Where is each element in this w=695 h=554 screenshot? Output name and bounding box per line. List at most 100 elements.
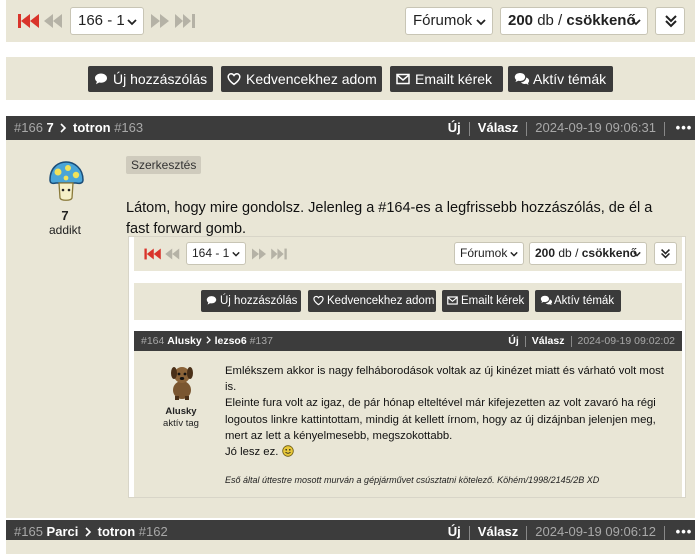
divider <box>570 335 572 347</box>
comment-icon <box>206 296 217 305</box>
post-menu-button[interactable]: ••• <box>673 116 695 140</box>
embedded-forum-select: Fórumok <box>454 242 524 265</box>
post-date: 2024-09-19 09:06:12 <box>535 524 656 539</box>
dog-avatar-icon <box>171 367 193 400</box>
embedded-count-order-select: 200 db / csökkenő <box>529 242 647 265</box>
envelope-icon <box>396 73 410 85</box>
comment-icon <box>95 73 107 85</box>
page-select[interactable]: 166 - 1 <box>70 7 144 35</box>
active-topics-button[interactable]: Aktív témák <box>508 66 613 92</box>
new-link[interactable]: Új <box>448 120 461 135</box>
heart-icon <box>227 73 241 86</box>
post-date: 2024-09-19 09:06:31 <box>535 120 656 135</box>
reply-target-user[interactable]: totron <box>73 120 111 135</box>
count-order-select[interactable]: 200 db / csökkenő <box>500 7 648 35</box>
embedded-text-line: logoutos linkre kattintottam, mindig át … <box>225 413 656 426</box>
edited-tag: Szerkesztés <box>126 156 202 174</box>
chevron-down-icon <box>510 251 518 257</box>
post-number[interactable]: #165 <box>14 524 43 539</box>
envelope-icon <box>447 296 458 305</box>
next-page-icon <box>252 248 266 260</box>
embedded-post-body: Alusky aktív tag Emlékszem akkor is nagy… <box>134 351 682 497</box>
heart-icon <box>313 295 324 306</box>
embedded-text-line-with-emoji: Jó lesz ez. <box>225 444 675 460</box>
post-header-actions: Új Válasz 2024-09-19 09:06:31 ••• <box>448 116 695 140</box>
embedded-pager-bar: 164 - 1 Fórumok 200 db / csökkenő <box>134 237 682 271</box>
active-topics-label: Aktív témák <box>533 71 607 87</box>
post-author[interactable]: 7 <box>47 120 54 135</box>
reply-link[interactable]: Válasz <box>478 524 518 539</box>
chevron-down-icon <box>633 251 641 257</box>
embedded-screenshot[interactable]: 164 - 1 Fórumok 200 db / csökkenő Új hoz… <box>128 236 686 498</box>
embedded-text-line: is. <box>225 381 237 394</box>
post-body: 7 addikt Szerkesztés Látom, hogy mire go… <box>6 140 695 518</box>
embedded-active-topics-button: Aktív témák <box>535 290 621 312</box>
embedded-count-value: 200 <box>535 246 556 260</box>
double-chevron-down-icon <box>661 249 670 259</box>
embedded-new-link: Új <box>508 335 519 347</box>
comments-icon <box>514 73 530 85</box>
chevron-right-icon <box>85 527 92 537</box>
post-author[interactable]: Parci <box>47 524 79 539</box>
next-post-body <box>6 540 695 554</box>
embedded-user-name: Alusky <box>165 406 197 417</box>
embedded-order-value: csökkenő <box>581 246 638 260</box>
divider <box>664 525 665 540</box>
mushroom-avatar-icon[interactable] <box>46 160 86 204</box>
embedded-forum-select-value: Fórumok <box>460 246 508 260</box>
embedded-post-author: Alusky <box>167 335 202 347</box>
embedded-text-line: Emlékszem akkor is nagy felháborodások v… <box>225 365 664 377</box>
embedded-user-title: aktív tag <box>163 418 199 429</box>
embedded-email-notify-label: Emailt kérek <box>461 295 525 307</box>
chevron-down-icon <box>631 19 641 26</box>
embedded-signature: Eső által úttestre mosott murván a gépjá… <box>225 475 600 485</box>
user-title: addikt <box>48 223 82 237</box>
smiley-icon <box>281 445 294 457</box>
new-post-label: Új hozzászólás <box>113 71 208 87</box>
embedded-text-line: Jó lesz ez. <box>225 446 279 459</box>
divider <box>468 121 470 136</box>
email-notify-button[interactable]: Emailt kérek <box>390 66 503 92</box>
embedded-email-notify-button: Emailt kérek <box>442 290 529 312</box>
reply-target-number[interactable]: #162 <box>139 524 168 539</box>
chevron-down-icon <box>476 19 486 26</box>
embedded-reply-target-number: #137 <box>249 335 273 347</box>
reply-link[interactable]: Válasz <box>478 120 518 135</box>
forum-select[interactable]: Fórumok <box>405 7 493 35</box>
last-page-icon <box>271 248 287 260</box>
embedded-page-select: 164 - 1 <box>186 242 246 265</box>
embedded-new-post-button: Új hozzászólás <box>201 290 301 312</box>
divider <box>526 525 528 540</box>
post-header: #166 7 totron #163 Új Válasz 2024-09-19 09… <box>6 116 695 140</box>
add-favorite-button[interactable]: Kedvencekhez adom <box>221 66 382 92</box>
embedded-reply-link: Válasz <box>531 335 565 347</box>
comments-icon <box>540 295 553 306</box>
action-bar: Új hozzászólás Kedvencekhez adom Emailt … <box>6 57 695 100</box>
count-value: 200 <box>508 12 534 29</box>
embedded-post-date: 2024-09-19 09:02:02 <box>577 335 676 347</box>
page-select-value: 166 - 1 <box>78 12 125 29</box>
new-link[interactable]: Új <box>448 524 461 539</box>
pager-bar: 166 - 1 Fórumok 200 db / csökkenő <box>6 0 695 42</box>
first-page-icon[interactable] <box>18 12 40 30</box>
last-page-icon[interactable] <box>174 12 196 30</box>
previous-page-icon[interactable] <box>43 12 65 30</box>
reply-target-number[interactable]: #163 <box>114 120 143 135</box>
embedded-active-topics-label: Aktív témák <box>554 295 615 307</box>
reply-target-user[interactable]: totron <box>98 524 136 539</box>
embedded-add-favorite-button: Kedvencekhez adom <box>308 290 436 312</box>
embedded-reply-target-user: lezso6 <box>214 335 247 347</box>
divider <box>468 525 470 540</box>
new-post-button[interactable]: Új hozzászólás <box>88 66 213 92</box>
post-number[interactable]: #166 <box>14 120 43 135</box>
embedded-post-text: Emlékszem akkor is nagy felháborodások v… <box>225 363 675 460</box>
chevron-down-icon <box>127 19 137 26</box>
chevron-right-icon <box>60 123 67 133</box>
next-page-icon[interactable] <box>149 12 171 30</box>
divider <box>524 335 526 347</box>
divider <box>664 121 665 136</box>
embedded-new-post-label: Új hozzászólás <box>220 295 298 307</box>
embedded-action-bar: Új hozzászólás Kedvencekhez adom Emailt … <box>134 283 682 320</box>
double-chevron-down-icon <box>665 15 677 28</box>
expand-all-button[interactable] <box>655 7 685 35</box>
